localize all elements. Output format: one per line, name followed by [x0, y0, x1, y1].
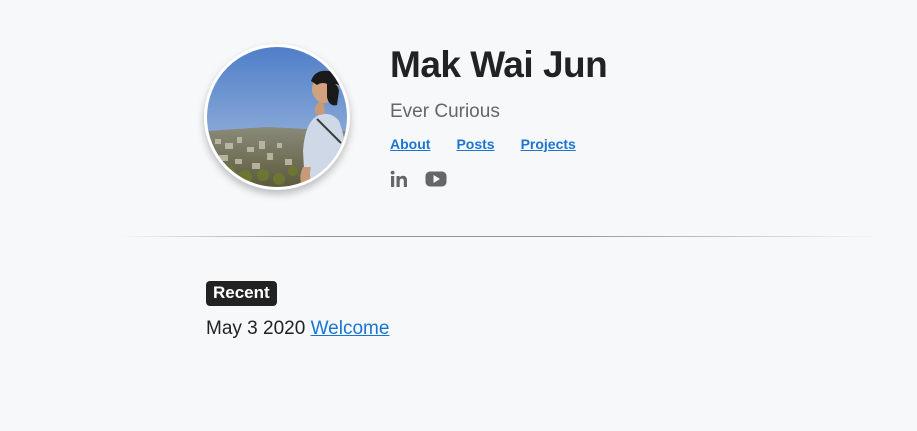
nav-link-projects[interactable]: Projects: [521, 136, 576, 152]
social-links: [390, 170, 607, 193]
nav-link-posts[interactable]: Posts: [456, 136, 494, 152]
list-item: May 3 2020 Welcome: [206, 318, 389, 340]
post-date: May 3 2020: [206, 318, 306, 339]
profile-tagline: Ever Curious: [390, 101, 500, 122]
recent-heading-badge: Recent: [206, 281, 277, 306]
profile-info: Mak Wai Jun Ever Curious About Posts Pro…: [390, 44, 608, 193]
avatar-frame: [204, 44, 350, 190]
youtube-icon[interactable]: [425, 171, 447, 192]
recent-section: Recent May 3 2020 Welcome: [206, 281, 389, 340]
post-link-welcome[interactable]: Welcome: [311, 318, 390, 339]
profile-name: Mak Wai Jun: [390, 44, 608, 85]
section-divider: [120, 236, 880, 237]
profile-header: Mak Wai Jun Ever Curious About Posts Pro…: [204, 44, 608, 193]
main-nav: About Posts Projects: [390, 136, 607, 152]
nav-link-about[interactable]: About: [390, 136, 430, 152]
avatar: [207, 47, 347, 187]
linkedin-icon[interactable]: [390, 170, 408, 193]
